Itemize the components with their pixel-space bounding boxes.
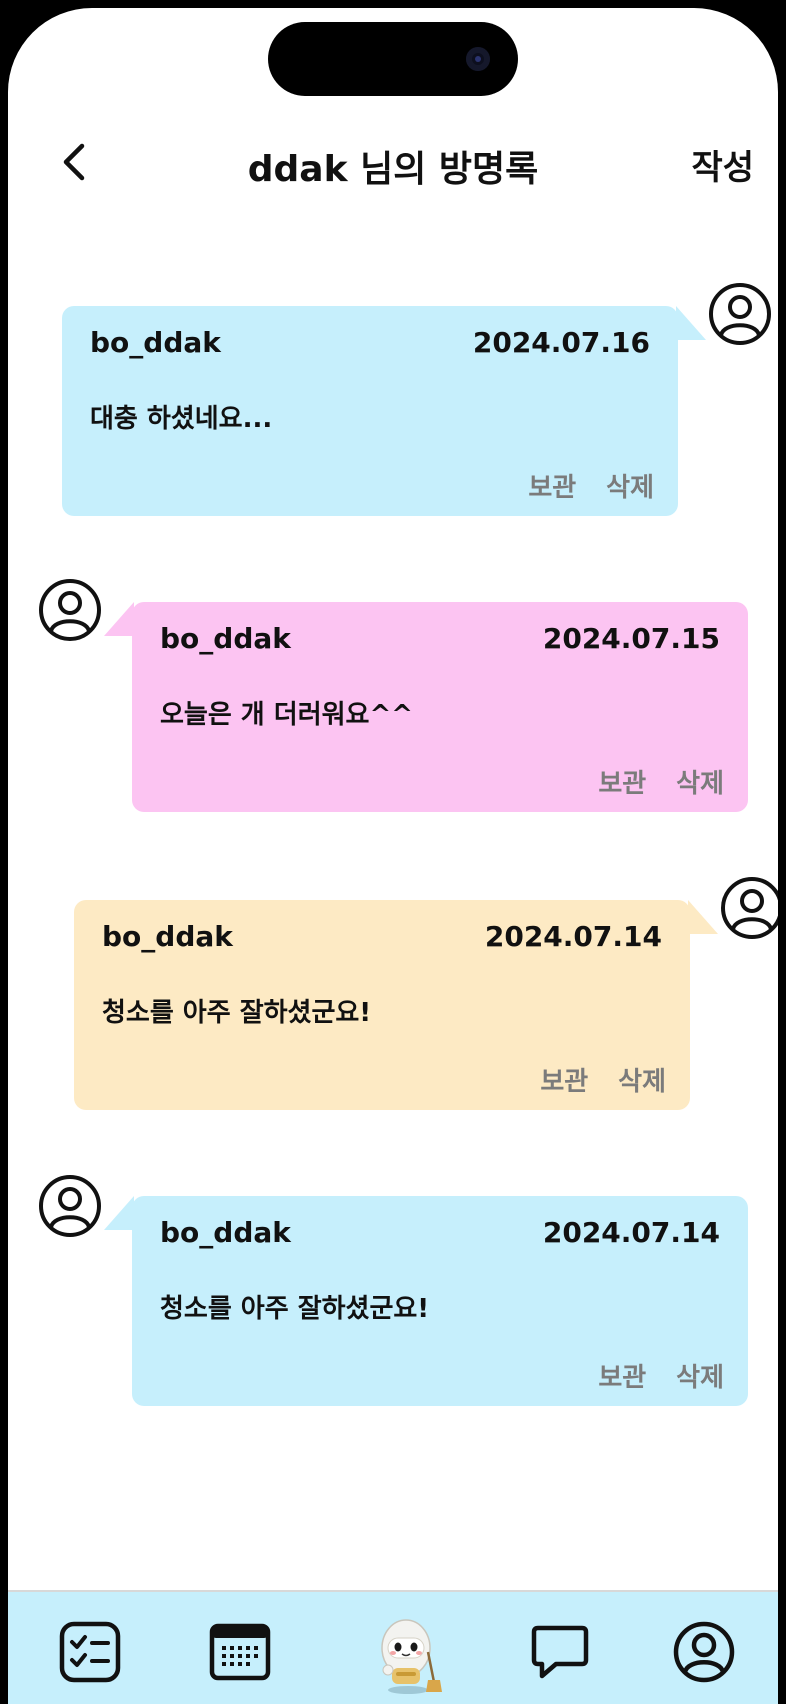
avatar[interactable] xyxy=(38,1174,102,1238)
profile-icon xyxy=(673,1621,735,1683)
camera-icon xyxy=(466,47,490,71)
entry-author: bo_ddak xyxy=(160,622,291,655)
phone-screen: ddak 님의 방명록 작성 bo_ddak 2024.07.16 대충 하셨네… xyxy=(0,0,786,1704)
entry-date: 2024.07.14 xyxy=(484,920,662,953)
keep-button[interactable]: 보관 xyxy=(540,1061,588,1098)
delete-button[interactable]: 삭제 xyxy=(676,763,724,800)
avatar[interactable] xyxy=(708,282,772,346)
entry-date: 2024.07.14 xyxy=(542,1216,720,1249)
checklist-icon xyxy=(59,1621,121,1683)
guestbook-entry: bo_ddak 2024.07.14 청소를 아주 잘하셨군요! 보관 삭제 xyxy=(74,900,718,1110)
guestbook-entry: bo_ddak 2024.07.15 오늘은 개 더러워요^^ 보관 삭제 xyxy=(104,602,748,812)
avatar[interactable] xyxy=(720,876,778,940)
entry-message: 오늘은 개 더러워요^^ xyxy=(160,700,414,730)
entry-date: 2024.07.16 xyxy=(472,326,650,359)
keep-button[interactable]: 보관 xyxy=(528,467,576,504)
header: ddak 님의 방명록 작성 xyxy=(8,118,778,198)
delete-button[interactable]: 삭제 xyxy=(606,467,654,504)
dynamic-island xyxy=(268,22,518,96)
entry-message: 청소를 아주 잘하셨군요! xyxy=(102,998,372,1028)
entry-actions: 보관 삭제 xyxy=(598,1357,724,1394)
user-avatar-icon xyxy=(709,283,771,345)
guestbook-entry: bo_ddak 2024.07.14 청소를 아주 잘하셨군요! 보관 삭제 xyxy=(104,1196,748,1406)
bubble-tail xyxy=(104,602,134,636)
write-button[interactable]: 작성 xyxy=(691,140,754,189)
tab-home-mascot[interactable] xyxy=(368,1612,452,1696)
entry-actions: 보관 삭제 xyxy=(540,1061,666,1098)
page-title: ddak 님의 방명록 xyxy=(247,149,539,190)
tab-checklist[interactable] xyxy=(58,1620,122,1684)
tab-chat[interactable] xyxy=(528,1620,592,1684)
user-avatar-icon xyxy=(39,579,101,641)
entry-date: 2024.07.15 xyxy=(542,622,720,655)
keep-button[interactable]: 보관 xyxy=(598,1357,646,1394)
tab-profile[interactable] xyxy=(672,1620,736,1684)
tab-calendar[interactable] xyxy=(208,1620,272,1684)
robot-mascot-icon xyxy=(381,1619,442,1694)
chat-bubble-icon xyxy=(531,1625,589,1679)
bottom-tab-bar xyxy=(8,1590,778,1704)
entry-actions: 보관 삭제 xyxy=(598,763,724,800)
bubble-tail xyxy=(676,306,706,340)
entry-author: bo_ddak xyxy=(160,1216,291,1249)
delete-button[interactable]: 삭제 xyxy=(676,1357,724,1394)
entry-author: bo_ddak xyxy=(102,920,233,953)
keep-button[interactable]: 보관 xyxy=(598,763,646,800)
entry-message: 대충 하셨네요... xyxy=(90,404,273,434)
entry-message: 청소를 아주 잘하셨군요! xyxy=(160,1294,430,1324)
avatar[interactable] xyxy=(38,578,102,642)
bubble-tail xyxy=(104,1196,134,1230)
delete-button[interactable]: 삭제 xyxy=(618,1061,666,1098)
user-avatar-icon xyxy=(39,1175,101,1237)
calendar-icon xyxy=(209,1623,271,1681)
guestbook-entry: bo_ddak 2024.07.16 대충 하셨네요... 보관 삭제 xyxy=(62,306,706,516)
entry-actions: 보관 삭제 xyxy=(528,467,654,504)
user-avatar-icon xyxy=(721,877,778,939)
bubble-tail xyxy=(688,900,718,934)
entry-author: bo_ddak xyxy=(90,326,221,359)
